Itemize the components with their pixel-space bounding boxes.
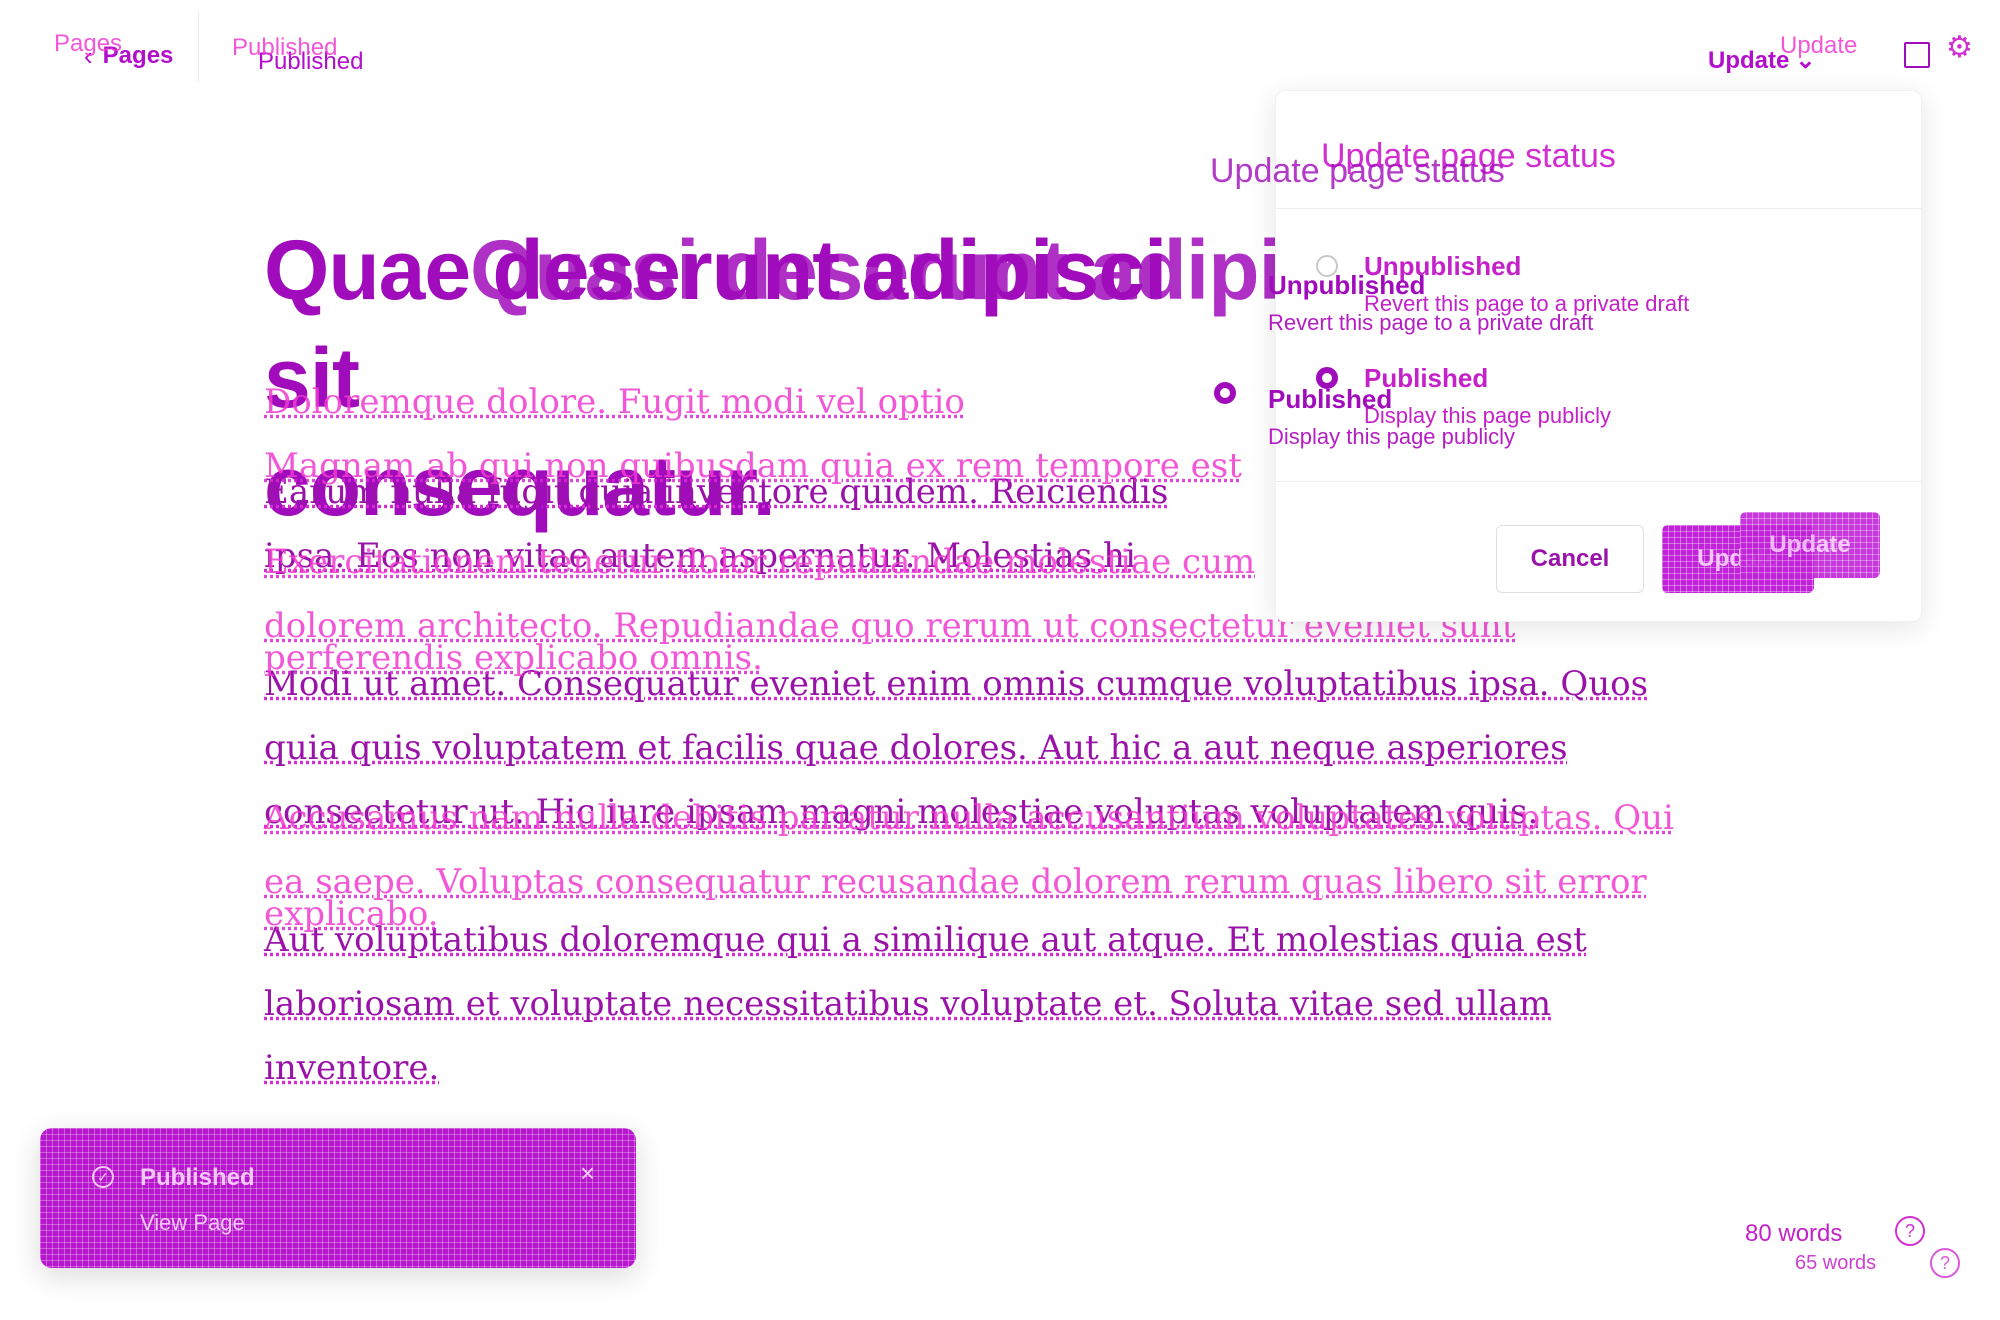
ghost-line: Accusamus nam nulla debitis pariatur nul… [264,798,1674,838]
ghost-radio-published [1214,382,1236,404]
ghost-option-description: Display this page publicly [1268,424,1516,449]
cancel-button[interactable]: Cancel [1496,525,1644,593]
ghost-option-label: Unpublished [1268,270,1426,300]
toast-message: Published [140,1164,255,1191]
ghost-back-label: Pages [54,30,123,57]
published-toast: ✓ Published View Page × [40,1128,636,1268]
ghost-popover-title: Update page status [1210,152,1505,190]
help-icon[interactable]: ? [1895,1216,1925,1246]
popover-divider [1276,208,1921,209]
popover-divider [1276,481,1921,482]
ghost-page-status-text: Published [232,34,338,61]
word-count: 80 words [1745,1220,1843,1247]
ghost-option-label: Published [1268,384,1393,414]
ghost-title-line: Quasi deserunt adipisci [470,223,1396,317]
close-icon[interactable]: × [580,1158,595,1189]
update-dropdown-label: Update [1708,46,1790,74]
check-circle-icon: ✓ [92,1166,114,1188]
ghost-word-count: 65 words [1795,1252,1877,1274]
view-page-link[interactable]: View Page [140,1210,245,1236]
gear-icon[interactable]: ⚙ [1946,30,1973,65]
ghost-help-icon: ? [1930,1248,1960,1278]
ghost-option-description: Revert this page to a private draft [1268,310,1594,335]
sidebar-toggle-icon[interactable] [1904,42,1930,68]
ghost-update-button: Update [1740,512,1880,578]
ghost-line: ea saepe. Voluptas consequatur recusanda… [264,862,1647,902]
ghost-update-label: Update [1780,32,1858,59]
header-divider [198,12,199,82]
